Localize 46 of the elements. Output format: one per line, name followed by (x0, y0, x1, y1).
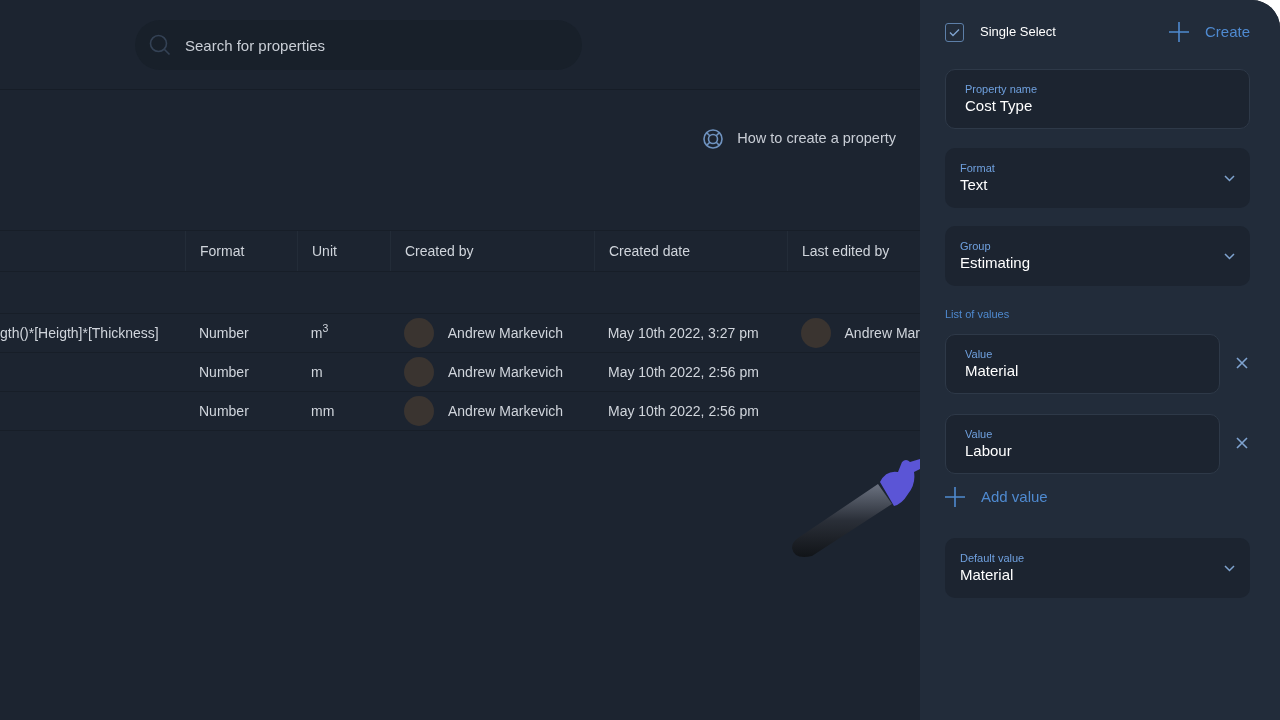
input-field[interactable]: Value Labour (945, 413, 1221, 474)
table-cell-text: m (311, 362, 323, 382)
table-cell-text: May 10th 2022, 3:27 pm (607, 323, 759, 343)
table-cell-text: m$^{3}$ (310, 322, 329, 343)
plus-icon (1168, 22, 1189, 42)
dropdown-field[interactable]: Group Estimating (945, 226, 1250, 286)
section-label: List of values (945, 307, 1011, 322)
chevron-down-icon (1224, 564, 1235, 572)
remove-button[interactable] (1236, 436, 1250, 451)
column-header: Created date (609, 241, 690, 261)
check-icon (949, 27, 960, 37)
table-cell-text: Andrew Mar (844, 323, 920, 343)
column-header: Created by (405, 241, 474, 261)
table-cell-text: mm (311, 401, 335, 421)
chevron-down-icon (1224, 252, 1235, 260)
single-select-checkbox[interactable]: Single Select (945, 22, 1056, 42)
dropdown-field[interactable]: Format Text (945, 148, 1250, 208)
close-icon (1236, 436, 1249, 449)
lifebuoy-icon (703, 129, 724, 149)
chevron-down-icon (1224, 174, 1235, 182)
add-value-button[interactable]: Add value (945, 485, 1048, 508)
column-header: Last edited by (802, 241, 890, 261)
avatar (800, 318, 831, 348)
table-cell-text: Number (199, 362, 249, 382)
table-cell-text: May 10th 2022, 2:56 pm (608, 401, 759, 421)
dropdown-field[interactable]: Default value Material (945, 538, 1250, 598)
table-cell-text: Andrew Markevich (448, 401, 564, 421)
avatar (404, 357, 434, 387)
table-cell-text: Number (198, 323, 249, 343)
column-header: Unit (312, 241, 337, 261)
table-cell-text: Number (199, 401, 249, 421)
remove-button[interactable] (1236, 356, 1250, 371)
search-field[interactable]: Search for properties (135, 20, 582, 70)
column-header: Format (200, 241, 245, 261)
create-button[interactable]: Create (1168, 20, 1250, 44)
help-link[interactable]: How to create a property (703, 128, 896, 150)
table-cell-text: Andrew Markevich (447, 323, 563, 343)
close-icon (1236, 356, 1249, 369)
formula-text: gth()*[Heigth]*[Thickness] (0, 323, 159, 343)
input-field[interactable]: Value Material (945, 333, 1221, 394)
plus-icon (945, 486, 965, 507)
avatar (404, 396, 434, 426)
table-cell-text: May 10th 2022, 2:56 pm (608, 362, 759, 382)
avatar (403, 318, 434, 348)
input-field[interactable]: Property name Cost Type (945, 69, 1250, 129)
table-cell-text: Andrew Markevich (448, 362, 564, 382)
